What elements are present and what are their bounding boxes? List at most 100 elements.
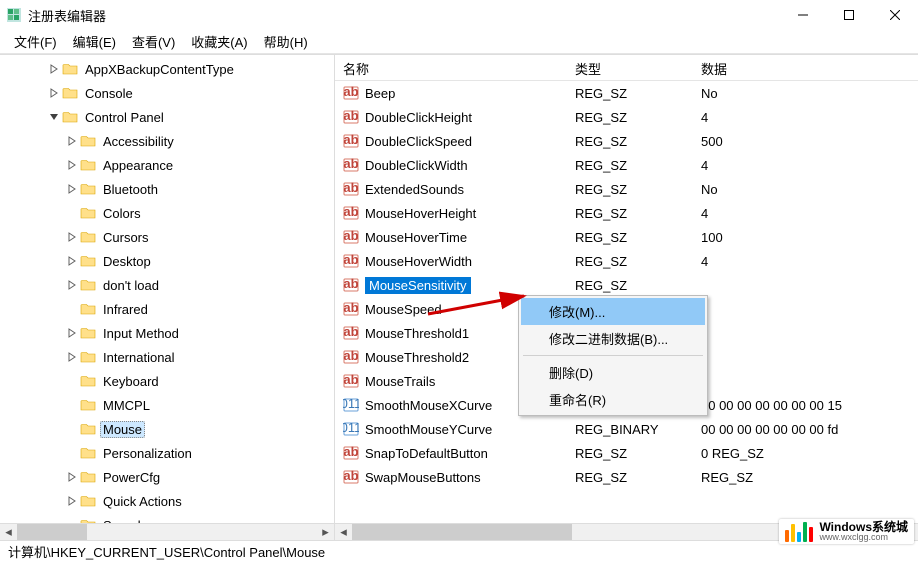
chevron-right-icon[interactable] xyxy=(64,496,80,506)
folder-icon xyxy=(80,133,96,149)
context-menu-modify[interactable]: 修改(M)... xyxy=(521,298,705,325)
watermark-badge: Windows系统城 www.wxclgg.com xyxy=(779,519,914,544)
value-name: MouseSensitivity xyxy=(365,277,471,294)
list-row[interactable]: abMouseHoverHeightREG_SZ4 xyxy=(335,201,918,225)
tree-item[interactable]: MMCPL xyxy=(0,393,334,417)
svg-text:ab: ab xyxy=(343,253,358,267)
value-name: DoubleClickHeight xyxy=(365,110,472,125)
menu-view[interactable]: 查看(V) xyxy=(126,30,181,53)
list-row[interactable]: abMouseHoverTimeREG_SZ100 xyxy=(335,225,918,249)
tree-item[interactable]: Cursors xyxy=(0,225,334,249)
menu-file[interactable]: 文件(F) xyxy=(8,30,63,53)
value-data: REG_SZ xyxy=(693,470,918,485)
svg-text:ab: ab xyxy=(343,277,358,291)
list-body[interactable]: abBeepREG_SZNoabDoubleClickHeightREG_SZ4… xyxy=(335,81,918,489)
folder-icon xyxy=(62,85,78,101)
list-row[interactable]: abMouseSensitivityREG_SZ10 xyxy=(335,273,918,297)
tree-item[interactable]: Personalization xyxy=(0,441,334,465)
string-value-icon: ab xyxy=(343,109,359,125)
close-button[interactable] xyxy=(872,0,918,30)
tree-item[interactable]: Accessibility xyxy=(0,129,334,153)
svg-text:ab: ab xyxy=(343,85,358,99)
tree-item[interactable]: International xyxy=(0,345,334,369)
context-menu: 修改(M)... 修改二进制数据(B)... 删除(D) 重命名(R) xyxy=(518,295,708,416)
tree-label: Infrared xyxy=(100,301,151,318)
tree-label: AppXBackupContentType xyxy=(82,61,237,78)
tree-item[interactable]: Control Panel xyxy=(0,105,334,129)
context-menu-delete[interactable]: 删除(D) xyxy=(521,359,705,386)
chevron-right-icon[interactable] xyxy=(64,280,80,290)
menu-favorites[interactable]: 收藏夹(A) xyxy=(185,30,253,53)
string-value-icon: ab xyxy=(343,205,359,221)
string-value-icon: ab xyxy=(343,445,359,461)
tree-item[interactable]: Colors xyxy=(0,201,334,225)
tree-item[interactable]: Appearance xyxy=(0,153,334,177)
scrollbar-thumb[interactable] xyxy=(17,524,87,540)
svg-text:ab: ab xyxy=(343,133,358,147)
maximize-button[interactable] xyxy=(826,0,872,30)
tree-item[interactable]: Console xyxy=(0,81,334,105)
list-row[interactable]: abMouseHoverWidthREG_SZ4 xyxy=(335,249,918,273)
tree-label: Console xyxy=(82,85,136,102)
column-data[interactable]: 数据 xyxy=(693,55,918,80)
tree-item[interactable]: don't load xyxy=(0,273,334,297)
list-row[interactable]: abDoubleClickSpeedREG_SZ500 xyxy=(335,129,918,153)
tree-label: Appearance xyxy=(100,157,176,174)
chevron-right-icon[interactable] xyxy=(64,352,80,362)
context-menu-modify-binary[interactable]: 修改二进制数据(B)... xyxy=(521,325,705,352)
svg-text:ab: ab xyxy=(343,301,358,315)
tree-item[interactable]: PowerCfg xyxy=(0,465,334,489)
chevron-right-icon[interactable] xyxy=(64,256,80,266)
chevron-right-icon[interactable] xyxy=(64,136,80,146)
menu-help[interactable]: 帮助(H) xyxy=(258,30,314,53)
tree-label: Personalization xyxy=(100,445,195,462)
tree-item[interactable]: Bluetooth xyxy=(0,177,334,201)
list-row[interactable]: abSwapMouseButtonsREG_SZ REG_SZ xyxy=(335,465,918,489)
chevron-right-icon[interactable] xyxy=(64,328,80,338)
list-row[interactable]: abExtendedSoundsREG_SZNo xyxy=(335,177,918,201)
chevron-right-icon[interactable] xyxy=(64,232,80,242)
value-type: REG_SZ xyxy=(567,446,693,461)
value-type: REG_SZ xyxy=(567,158,693,173)
tree-item[interactable]: Quick Actions xyxy=(0,489,334,513)
context-menu-rename[interactable]: 重命名(R) xyxy=(521,386,705,413)
scrollbar-thumb[interactable] xyxy=(352,524,572,540)
tree-horizontal-scrollbar[interactable]: ◂ ▸ xyxy=(0,523,334,540)
string-value-icon: ab xyxy=(343,277,359,293)
value-name: MouseHoverTime xyxy=(365,230,467,245)
value-data: 4 xyxy=(693,254,918,269)
menu-edit[interactable]: 编辑(E) xyxy=(67,30,122,53)
content-area: AppXBackupContentType Console Control Pane… xyxy=(0,54,918,540)
tree-item[interactable]: Infrared xyxy=(0,297,334,321)
list-row[interactable]: 011SmoothMouseYCurveREG_BINARY00 00 00 0… xyxy=(335,417,918,441)
scroll-left-icon[interactable]: ◂ xyxy=(0,524,17,541)
list-row[interactable]: abBeepREG_SZNo xyxy=(335,81,918,105)
list-row[interactable]: abDoubleClickHeightREG_SZ4 xyxy=(335,105,918,129)
tree-label: Mouse xyxy=(100,421,145,438)
chevron-right-icon[interactable] xyxy=(64,472,80,482)
tree-item[interactable]: Mouse xyxy=(0,417,334,441)
folder-icon xyxy=(80,325,96,341)
chevron-right-icon[interactable] xyxy=(46,88,62,98)
window-controls xyxy=(780,0,918,30)
column-name[interactable]: 名称 xyxy=(335,55,567,80)
tree-label: Cursors xyxy=(100,229,152,246)
tree-item[interactable]: Keyboard xyxy=(0,369,334,393)
minimize-button[interactable] xyxy=(780,0,826,30)
chevron-right-icon[interactable] xyxy=(46,64,62,74)
chevron-right-icon[interactable] xyxy=(64,160,80,170)
chevron-down-icon[interactable] xyxy=(46,112,62,122)
list-row[interactable]: abSnapToDefaultButtonREG_SZ0 REG_SZ xyxy=(335,441,918,465)
value-type: REG_SZ xyxy=(567,110,693,125)
binary-value-icon: 011 xyxy=(343,421,359,437)
scroll-right-icon[interactable]: ▸ xyxy=(317,524,334,541)
column-type[interactable]: 类型 xyxy=(567,55,693,80)
tree-item[interactable]: Desktop xyxy=(0,249,334,273)
list-row[interactable]: abDoubleClickWidthREG_SZ4 xyxy=(335,153,918,177)
tree-item[interactable]: Input Method xyxy=(0,321,334,345)
tree-item[interactable]: AppXBackupContentType xyxy=(0,57,334,81)
tree-view[interactable]: AppXBackupContentType Console Control Pane… xyxy=(0,55,334,537)
scroll-left-icon[interactable]: ◂ xyxy=(335,524,352,541)
value-type: REG_SZ xyxy=(567,206,693,221)
chevron-right-icon[interactable] xyxy=(64,184,80,194)
